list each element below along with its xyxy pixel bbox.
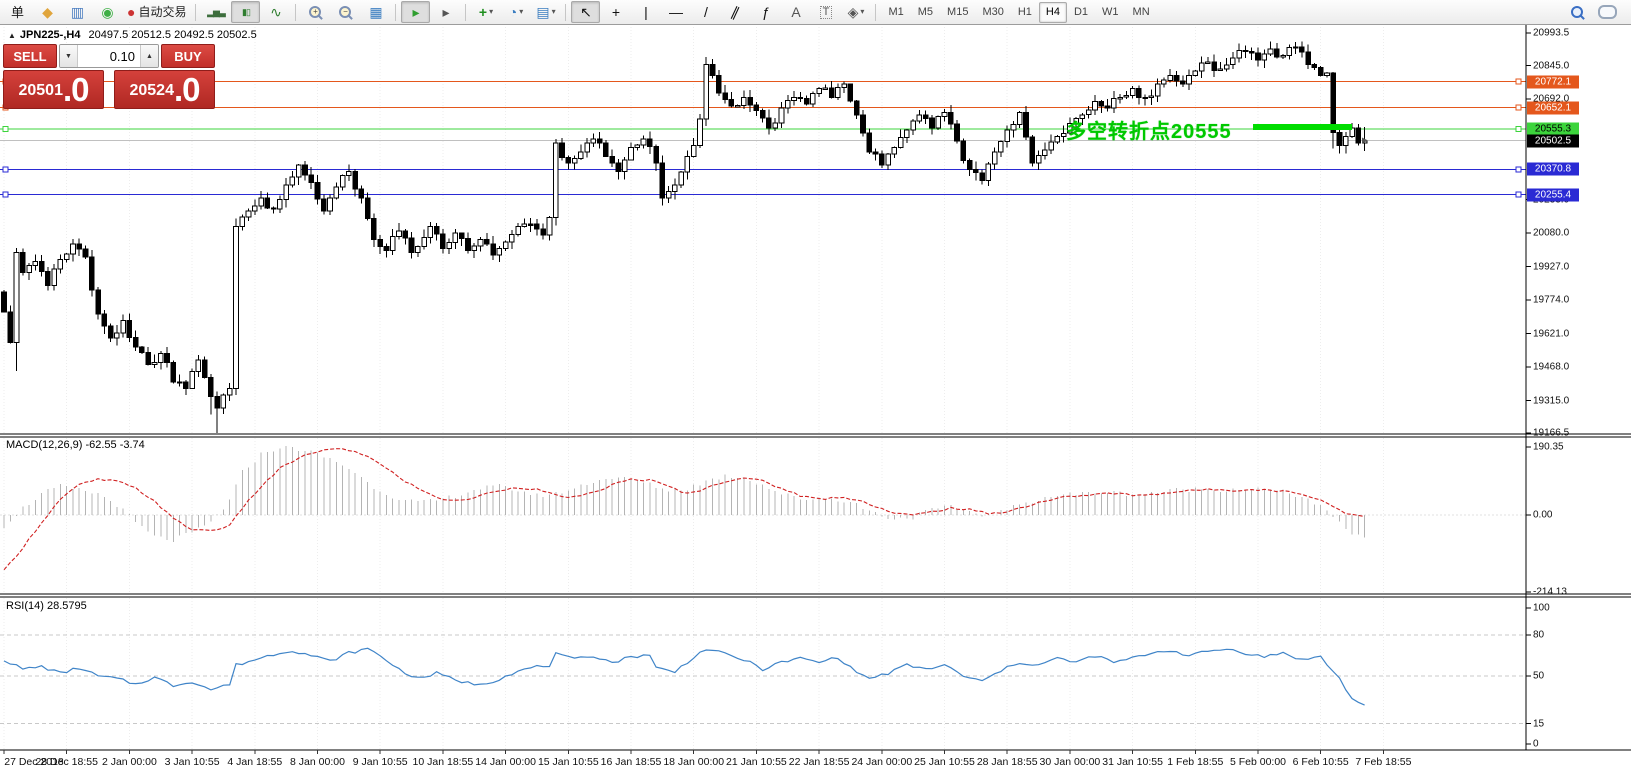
volume-input[interactable]: [78, 45, 140, 67]
toolbar-separator: [465, 4, 466, 21]
symbol-period: JPN225-,H4: [20, 29, 81, 41]
toolbar-separator: [295, 4, 296, 21]
volume-decrease-button[interactable]: ▼: [60, 45, 78, 67]
chart-shift-icon[interactable]: ▸: [431, 1, 460, 23]
arrows-tool-dropdown-icon[interactable]: ▾: [860, 8, 864, 16]
cursor-glyph: ↖: [580, 5, 592, 19]
candlestick-chart-type-icon[interactable]: ▮▯: [231, 1, 260, 23]
candlestick-chart-type-icon-glyph: ▮▯: [242, 8, 250, 17]
orders-menu[interactable]: 单: [3, 1, 32, 23]
timeframe-m1[interactable]: M1: [881, 2, 910, 23]
label-glyph: T: [820, 6, 833, 19]
support-highlight-bar[interactable]: [1253, 124, 1352, 130]
indicators-glyph: +: [479, 5, 487, 19]
timeframe-h1[interactable]: H1: [1011, 2, 1039, 23]
search-icon[interactable]: [1563, 1, 1592, 23]
fibonacci-glyph: ƒ: [762, 5, 770, 19]
rsi-label: RSI(14) 28.5795: [6, 600, 87, 612]
timeframe-h4[interactable]: H4: [1039, 2, 1067, 23]
crosshair-glyph: +: [612, 5, 620, 19]
text-tool[interactable]: A: [781, 1, 810, 23]
chart-area[interactable]: [0, 0, 1631, 774]
line-chart-type-icon-glyph: ∿: [270, 5, 282, 19]
timeframe-bar: M1M5M15M30H1H4D1W1MN: [881, 2, 1156, 23]
timeframe-m15[interactable]: M15: [940, 2, 975, 23]
autotrading-glyph: ●: [127, 5, 135, 19]
channel-tool[interactable]: ∥: [721, 1, 750, 23]
timeframe-w1[interactable]: W1: [1095, 2, 1126, 23]
zoom-out-icon[interactable]: −: [331, 1, 360, 23]
tool-buttons: 单◆▥◉●自动交易▂▅▃▮▯∿+−▦▸▸+▾◔▾▤▾↖+|—/∥ƒAT◈▾: [3, 1, 880, 23]
trendline-tool[interactable]: /: [691, 1, 720, 23]
arrows-tool[interactable]: ◈▾: [841, 1, 870, 23]
indicators-button[interactable]: +▾: [471, 1, 500, 23]
channel-glyph: ∥: [730, 4, 742, 20]
buy-price-button[interactable]: 20524.0: [114, 70, 215, 109]
turning-point-annotation[interactable]: 多空转折点20555: [1066, 115, 1232, 144]
chat-icon[interactable]: [1593, 1, 1622, 23]
horizontal-line-tool[interactable]: —: [661, 1, 690, 23]
tile-windows-icon[interactable]: ▦: [361, 1, 390, 23]
mt4-terminal: 20993.520845.020692.020233.020080.019927…: [0, 0, 1631, 774]
chart-header: ▲ JPN225-,H4 20497.5 20512.5 20492.5 20502…: [8, 29, 257, 41]
navigator-icon-glyph: ◉: [101, 5, 113, 19]
sell-price-button[interactable]: 20501.0: [3, 70, 104, 109]
toolbar-separator: [195, 4, 196, 21]
templates-button-dropdown-icon[interactable]: ▾: [552, 8, 556, 16]
bar-chart-type-icon-glyph: ▂▅▃: [207, 8, 225, 17]
sell-button[interactable]: SELL: [3, 44, 57, 68]
periods-button-dropdown-icon[interactable]: ▾: [519, 8, 523, 16]
new-order-icon-glyph: ◆: [42, 5, 53, 19]
collapse-icon[interactable]: ▲: [8, 31, 16, 40]
periods-glyph: ◔: [509, 5, 517, 19]
tile-windows-icon-glyph: ▦: [369, 5, 382, 19]
line-chart-type-icon[interactable]: ∿: [261, 1, 290, 23]
bar-chart-type-icon[interactable]: ▂▅▃: [201, 1, 230, 23]
templates-button[interactable]: ▤▾: [531, 1, 560, 23]
timeframe-d1[interactable]: D1: [1067, 2, 1095, 23]
fibonacci-tool[interactable]: ƒ: [751, 1, 780, 23]
auto-scroll-icon-glyph: ▸: [412, 5, 419, 19]
buy-price-frac: .0: [174, 73, 200, 106]
toolbar: 单◆▥◉●自动交易▂▅▃▮▯∿+−▦▸▸+▾◔▾▤▾↖+|—/∥ƒAT◈▾ M1…: [0, 0, 1631, 25]
autotrading-button-label: 自动交易: [138, 6, 186, 18]
sell-price-int: 20501: [18, 76, 63, 106]
crosshair-tool[interactable]: +: [601, 1, 630, 23]
new-order-icon[interactable]: ◆: [33, 1, 62, 23]
zoom-in-icon[interactable]: +: [301, 1, 330, 23]
toolbar-separator: [565, 4, 566, 21]
arrows-glyph: ◈: [848, 5, 859, 19]
market-watch-icon[interactable]: ▥: [63, 1, 92, 23]
templates-glyph: ▤: [536, 5, 549, 19]
orders-menu-glyph: 单: [11, 6, 24, 19]
label-tool[interactable]: T: [811, 1, 840, 23]
buy-price-int: 20524: [129, 76, 174, 106]
navigator-icon[interactable]: ◉: [93, 1, 122, 23]
chart-shift-icon-glyph: ▸: [442, 5, 449, 19]
autotrading-button[interactable]: ●自动交易: [123, 1, 190, 23]
periods-button[interactable]: ◔▾: [501, 1, 530, 23]
toolbar-separator: [875, 4, 876, 21]
timeframe-mn[interactable]: MN: [1126, 2, 1157, 23]
ohlc-values: 20497.5 20512.5 20492.5 20502.5: [88, 29, 256, 41]
sell-price-frac: .0: [63, 73, 89, 106]
market-watch-icon-glyph: ▥: [71, 5, 84, 19]
auto-scroll-icon[interactable]: ▸: [401, 1, 430, 23]
volume-stepper: ▼ ▲: [59, 44, 159, 68]
horizontal-line-glyph: —: [669, 5, 683, 19]
vertical-line-glyph: |: [644, 5, 648, 19]
volume-increase-button[interactable]: ▲: [140, 45, 158, 67]
toolbar-separator: [395, 4, 396, 21]
timeframe-m30[interactable]: M30: [975, 2, 1010, 23]
timeframe-m5[interactable]: M5: [911, 2, 940, 23]
one-click-trade-panel: SELL ▼ ▲ BUY 20501.0 20524.0: [3, 44, 215, 109]
buy-button[interactable]: BUY: [161, 44, 215, 68]
indicators-button-dropdown-icon[interactable]: ▾: [489, 8, 493, 16]
text-glyph: A: [791, 5, 800, 19]
macd-label: MACD(12,26,9) -62.55 -3.74: [6, 439, 145, 451]
vertical-line-tool[interactable]: |: [631, 1, 660, 23]
cursor-tool[interactable]: ↖: [571, 1, 600, 23]
trendline-glyph: /: [704, 5, 708, 19]
